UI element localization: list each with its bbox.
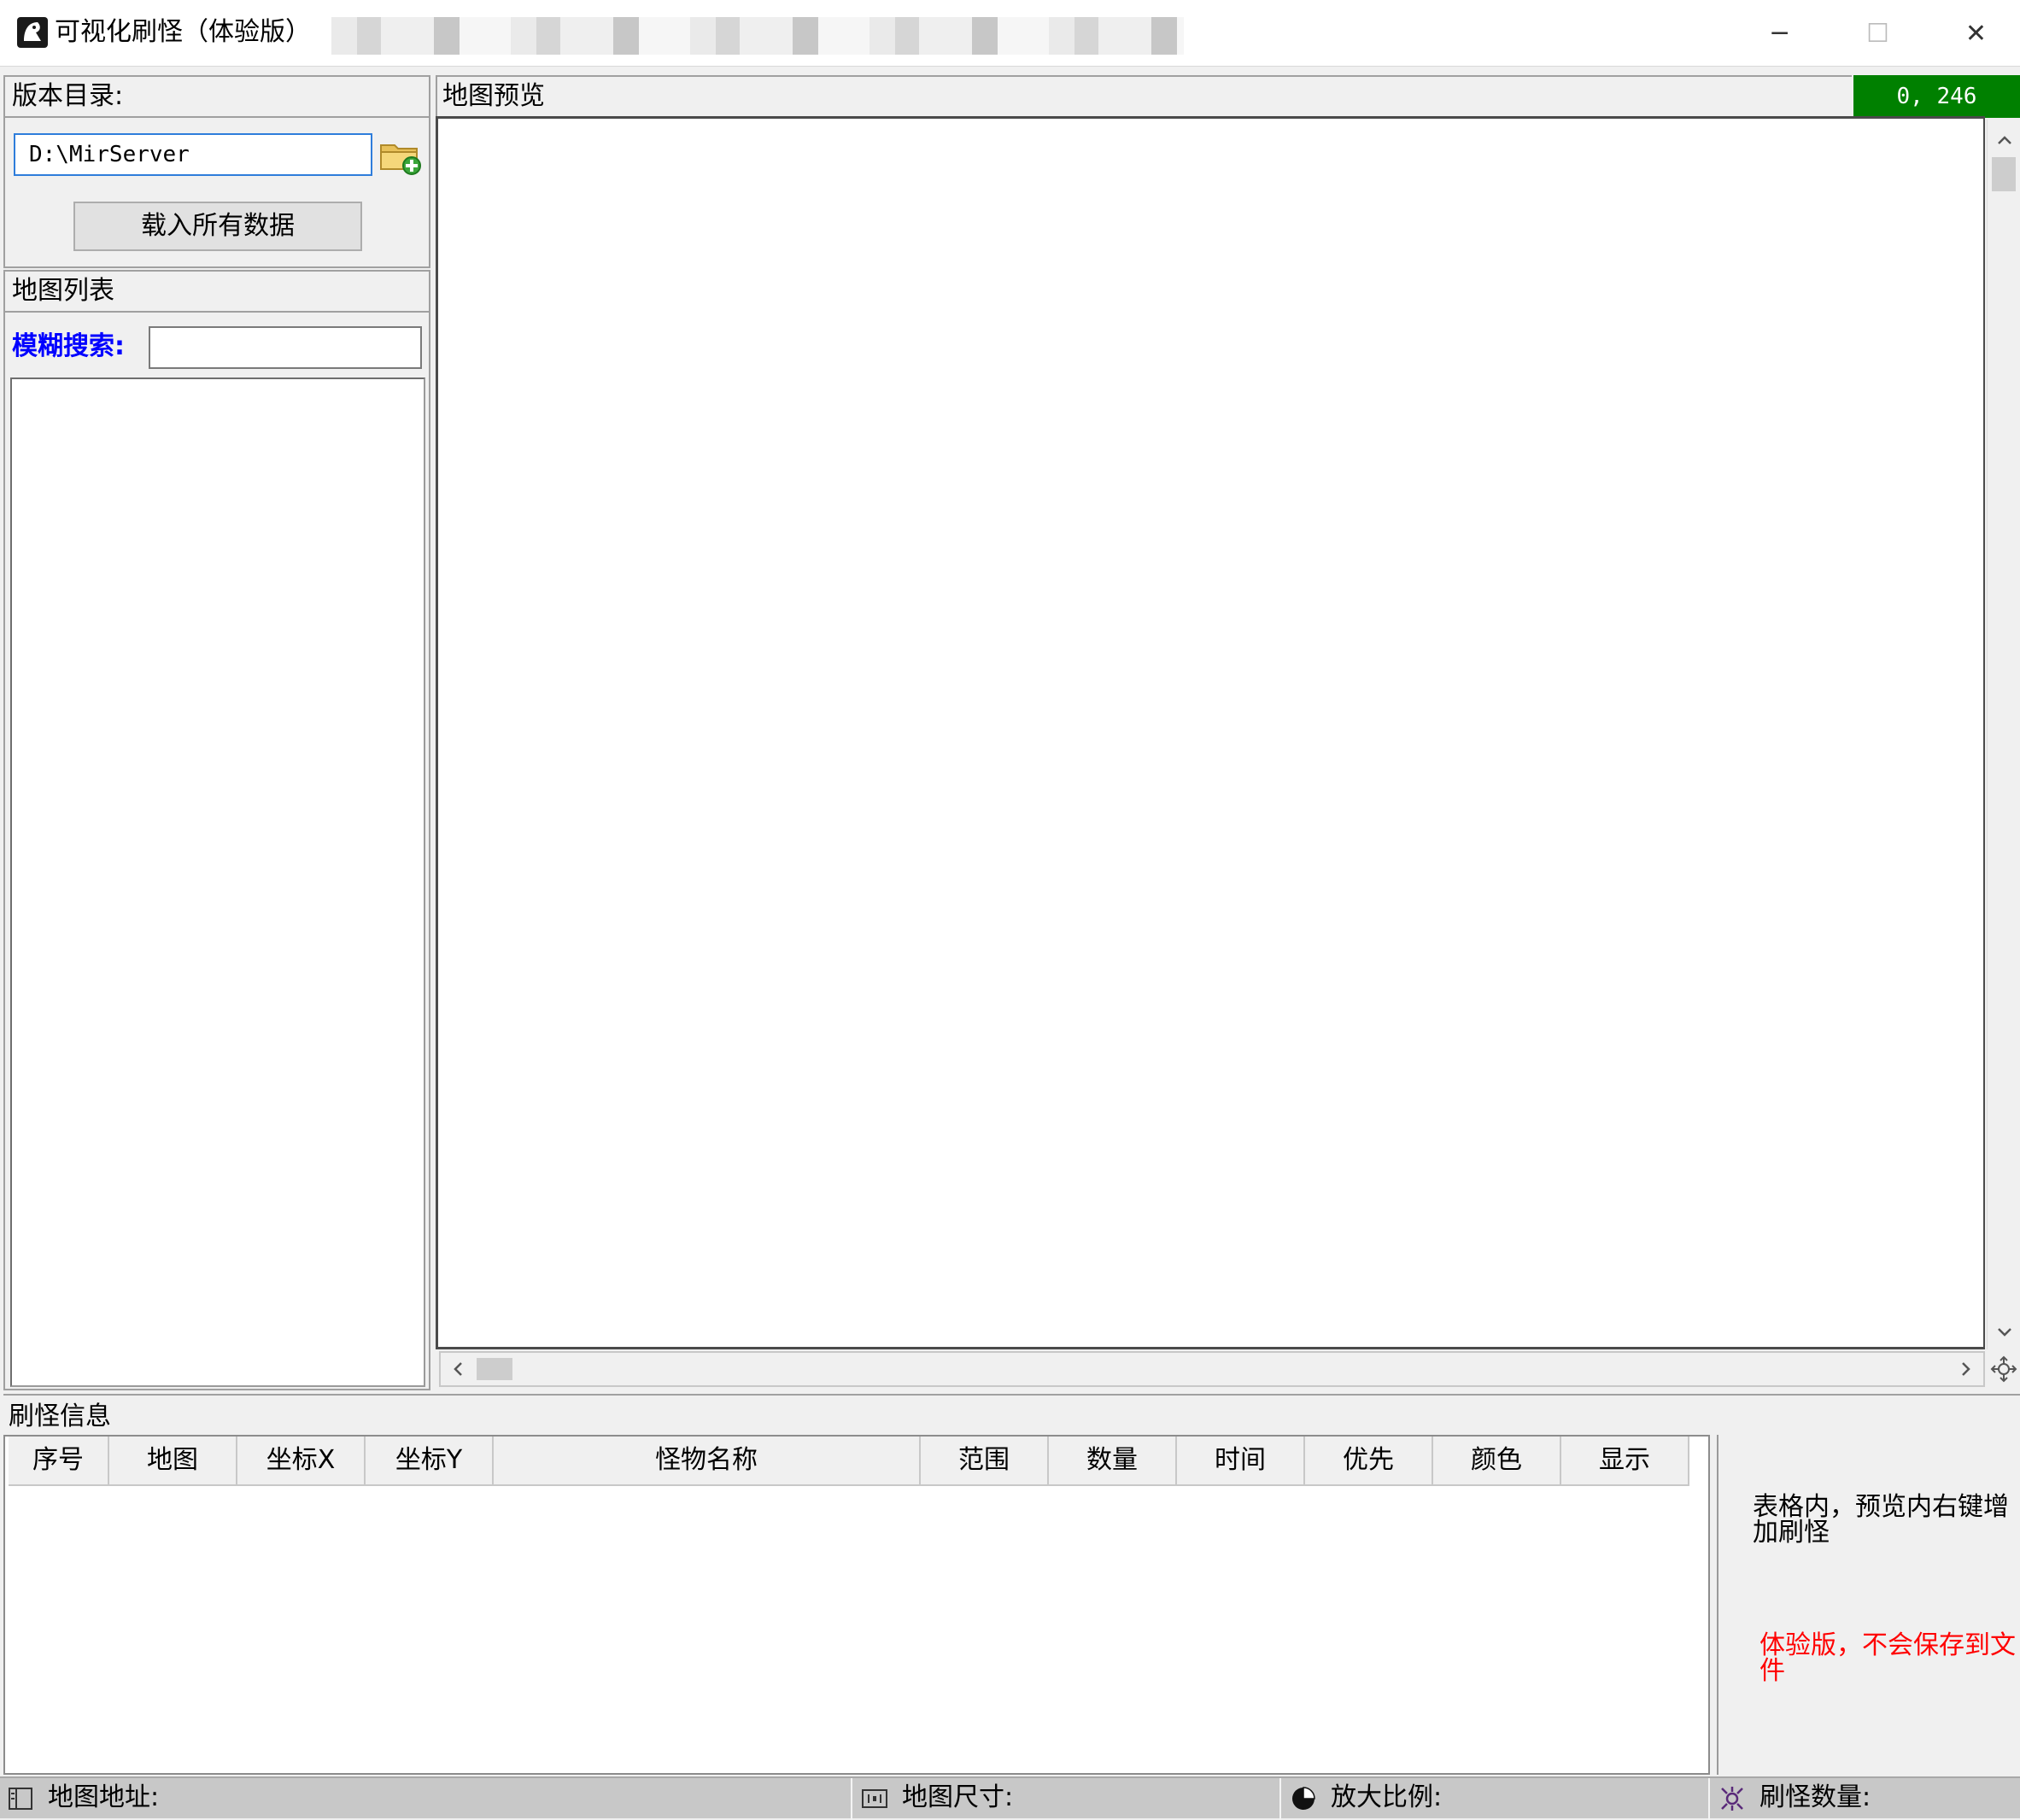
move-view-icon[interactable] (1987, 1351, 2020, 1387)
vertical-scrollbar[interactable] (1987, 120, 2020, 1349)
app-icon (17, 17, 48, 48)
scroll-left-icon[interactable] (441, 1353, 475, 1385)
status-map-address: 地图地址: (0, 1778, 852, 1820)
usage-hint: 表格内，预览内右键增加刷怪 (1753, 1492, 2009, 1548)
map-address-label: 地图地址: (48, 1782, 160, 1812)
map-preview-label: 地图预览 (436, 75, 1852, 118)
map-size-label: 地图尺寸: (902, 1782, 1014, 1812)
cursor-coordinates: 0, 246 (1853, 75, 2020, 118)
column-header-time[interactable]: 时间 (1177, 1437, 1305, 1486)
horizontal-scroll-thumb[interactable] (477, 1358, 512, 1380)
pie-chart-icon (1292, 1787, 1315, 1810)
map-list-label: 地图列表 (5, 272, 429, 313)
horizontal-scrollbar[interactable] (439, 1351, 1985, 1387)
version-path-input[interactable]: D:\MirServer (14, 133, 372, 176)
close-button[interactable]: ✕ (1927, 0, 2020, 67)
vertical-scroll-thumb[interactable] (1992, 157, 2016, 191)
status-map-size: 地图尺寸: (854, 1778, 1281, 1820)
fuzzy-search-input[interactable] (149, 326, 422, 369)
status-zoom: 放大比例: (1283, 1778, 1710, 1820)
column-header-index[interactable]: 序号 (9, 1437, 109, 1486)
version-directory-panel: 版本目录: D:\MirServer 载入所有数据 (3, 75, 430, 268)
spawn-table[interactable]: 序号 地图 坐标X 坐标Y 怪物名称 范围 数量 时间 优先 颜色 显示 (3, 1435, 1710, 1775)
fuzzy-search-label: 模糊搜索: (12, 331, 125, 361)
load-all-data-button[interactable]: 载入所有数据 (73, 202, 362, 251)
scroll-down-icon[interactable] (1988, 1315, 2020, 1349)
status-spawn-count: 刷怪数量: (1712, 1778, 2020, 1820)
trial-warning: 体验版，不会保存到文件 (1759, 1630, 2016, 1686)
map-list-panel: 地图列表 模糊搜索: (3, 270, 430, 1390)
folder-add-icon[interactable] (379, 138, 424, 176)
maximize-button[interactable]: ☐ (1829, 0, 1927, 67)
column-header-color[interactable]: 颜色 (1433, 1437, 1561, 1486)
title-bar: 可视化刷怪（体验版） ─ ☐ ✕ (0, 0, 2020, 67)
column-header-count[interactable]: 数量 (1049, 1437, 1177, 1486)
map-preview-canvas[interactable] (436, 116, 1985, 1349)
column-header-priority[interactable]: 优先 (1305, 1437, 1433, 1486)
column-header-monster-name[interactable]: 怪物名称 (494, 1437, 921, 1486)
column-header-range[interactable]: 范围 (921, 1437, 1049, 1486)
column-header-x[interactable]: 坐标X (237, 1437, 366, 1486)
map-address-icon (9, 1788, 32, 1810)
version-directory-label: 版本目录: (5, 77, 429, 118)
column-header-display[interactable]: 显示 (1561, 1437, 1689, 1486)
redacted-title-area (331, 17, 1184, 55)
column-header-y[interactable]: 坐标Y (366, 1437, 494, 1486)
scroll-up-icon[interactable] (1988, 123, 2020, 157)
minimize-button[interactable]: ─ (1730, 0, 1829, 67)
spawn-count-label: 刷怪数量: (1759, 1782, 1871, 1812)
window-title: 可视化刷怪（体验版） (55, 17, 311, 47)
status-bar: 地图地址: 地图尺寸: 放大比例: 刷怪数量: (0, 1776, 2020, 1820)
hint-panel: 表格内，预览内右键增加刷怪 体验版，不会保存到文件 (1717, 1435, 2020, 1775)
spawn-table-header: 序号 地图 坐标X 坐标Y 怪物名称 范围 数量 时间 优先 颜色 显示 (9, 1437, 1689, 1486)
map-listbox[interactable] (10, 377, 425, 1387)
zoom-label: 放大比例: (1331, 1782, 1443, 1812)
monster-spawn-icon (1721, 1787, 1743, 1811)
map-size-icon (862, 1789, 887, 1808)
column-header-map[interactable]: 地图 (109, 1437, 237, 1486)
spawn-info-label: 刷怪信息 (3, 1394, 2020, 1437)
scroll-right-icon[interactable] (1949, 1353, 1983, 1385)
